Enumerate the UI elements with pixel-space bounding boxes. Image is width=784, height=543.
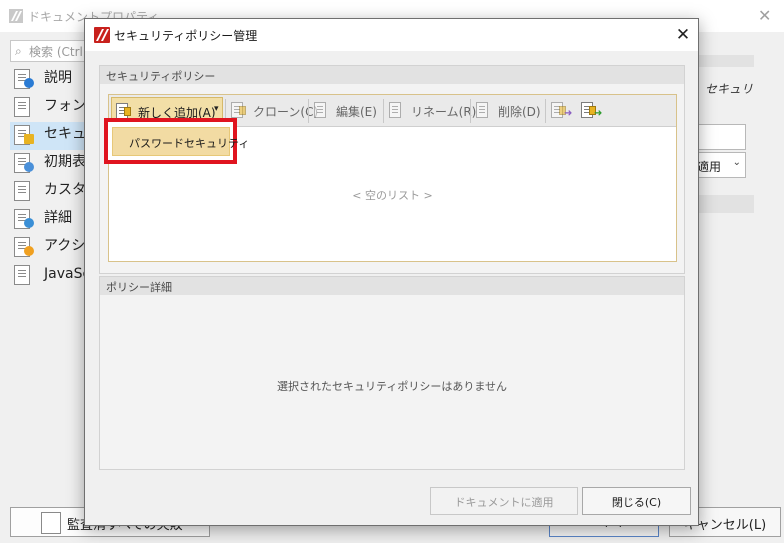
search-icon: ⌕ bbox=[15, 44, 22, 58]
policy-detail-group-title: ポリシー詳細 bbox=[100, 277, 684, 295]
policy-detail-group: ポリシー詳細 選択されたセキュリティポリシーはありません bbox=[99, 276, 685, 470]
chevron-down-icon: ⌄ bbox=[732, 157, 741, 168]
lock-icon bbox=[124, 107, 131, 116]
lock-icon bbox=[239, 106, 246, 115]
audit-doc-icon bbox=[41, 512, 61, 534]
edit-label: 編集(E) bbox=[336, 105, 377, 119]
apply-to-document-button[interactable]: ドキュメントに適用 bbox=[430, 487, 578, 515]
close-button[interactable]: 閉じる(C) bbox=[582, 487, 691, 515]
sidebar-item-label: 詳細 bbox=[44, 210, 72, 226]
dialog-titlebar: セキュリティポリシー管理 ✕ bbox=[85, 19, 698, 51]
chevron-down-icon: ▾ bbox=[214, 104, 219, 114]
rename-button[interactable]: リネーム(R) bbox=[385, 97, 476, 125]
toolbar-separator bbox=[383, 99, 384, 123]
delete-icon bbox=[476, 102, 488, 118]
select-value: 適用 bbox=[697, 160, 722, 174]
export-button[interactable]: ➜ bbox=[547, 97, 575, 125]
custom-doc-icon bbox=[14, 181, 30, 201]
delete-label: 削除(D) bbox=[498, 105, 541, 119]
security-policy-manager-dialog: セキュリティポリシー管理 ✕ セキュリティポリシー 新しく追加(A) ▾ クロー… bbox=[84, 18, 699, 526]
toolbar-separator bbox=[470, 99, 471, 123]
rename-label: リネーム(R) bbox=[411, 105, 477, 119]
toolbar-separator bbox=[308, 99, 309, 123]
sidebar-item-label: 説明 bbox=[44, 70, 72, 86]
app-logo-icon bbox=[9, 9, 23, 23]
app-logo-icon bbox=[94, 27, 110, 43]
arrow-right-icon: ➜ bbox=[594, 108, 603, 119]
delete-button[interactable]: 削除(D) bbox=[472, 97, 544, 125]
no-policy-selected-text: 選択されたセキュリティポリシーはありません bbox=[276, 380, 507, 393]
background-input[interactable] bbox=[698, 124, 746, 150]
lock-badge-icon bbox=[24, 134, 34, 144]
gear-badge-icon bbox=[24, 218, 34, 228]
lightning-badge-icon bbox=[24, 246, 34, 256]
edit-button[interactable]: 編集(E) bbox=[310, 97, 382, 125]
arrow-right-icon: ➜ bbox=[564, 108, 573, 119]
security-policy-group: セキュリティポリシー 新しく追加(A) ▾ クローン(C) 編集(E) リネーム… bbox=[99, 65, 685, 274]
close-icon[interactable]: ✕ bbox=[670, 22, 696, 48]
magnifier-badge-icon bbox=[24, 162, 34, 172]
toolbar-separator bbox=[545, 99, 546, 123]
rename-icon bbox=[389, 102, 401, 118]
background-panel-header bbox=[698, 55, 754, 67]
sidebar-item-label: 初期表 bbox=[44, 154, 86, 170]
script-doc-icon bbox=[14, 265, 30, 285]
background-close-icon[interactable]: ✕ bbox=[758, 6, 771, 25]
background-panel-header-2 bbox=[698, 195, 754, 213]
background-security-label: セキュリ bbox=[705, 82, 754, 96]
clone-button[interactable]: クローン(C) bbox=[227, 97, 318, 125]
dialog-title: セキュリティポリシー管理 bbox=[114, 29, 258, 43]
font-doc-icon bbox=[14, 97, 30, 117]
info-badge-icon bbox=[24, 78, 34, 88]
empty-list-text: < 空のリスト > bbox=[352, 189, 433, 202]
menu-item-password-security[interactable]: パスワードセキュリティ bbox=[112, 127, 249, 156]
import-button[interactable]: ➜ bbox=[577, 97, 605, 125]
security-policy-group-title: セキュリティポリシー bbox=[100, 66, 684, 84]
edit-gear-icon bbox=[314, 102, 326, 118]
